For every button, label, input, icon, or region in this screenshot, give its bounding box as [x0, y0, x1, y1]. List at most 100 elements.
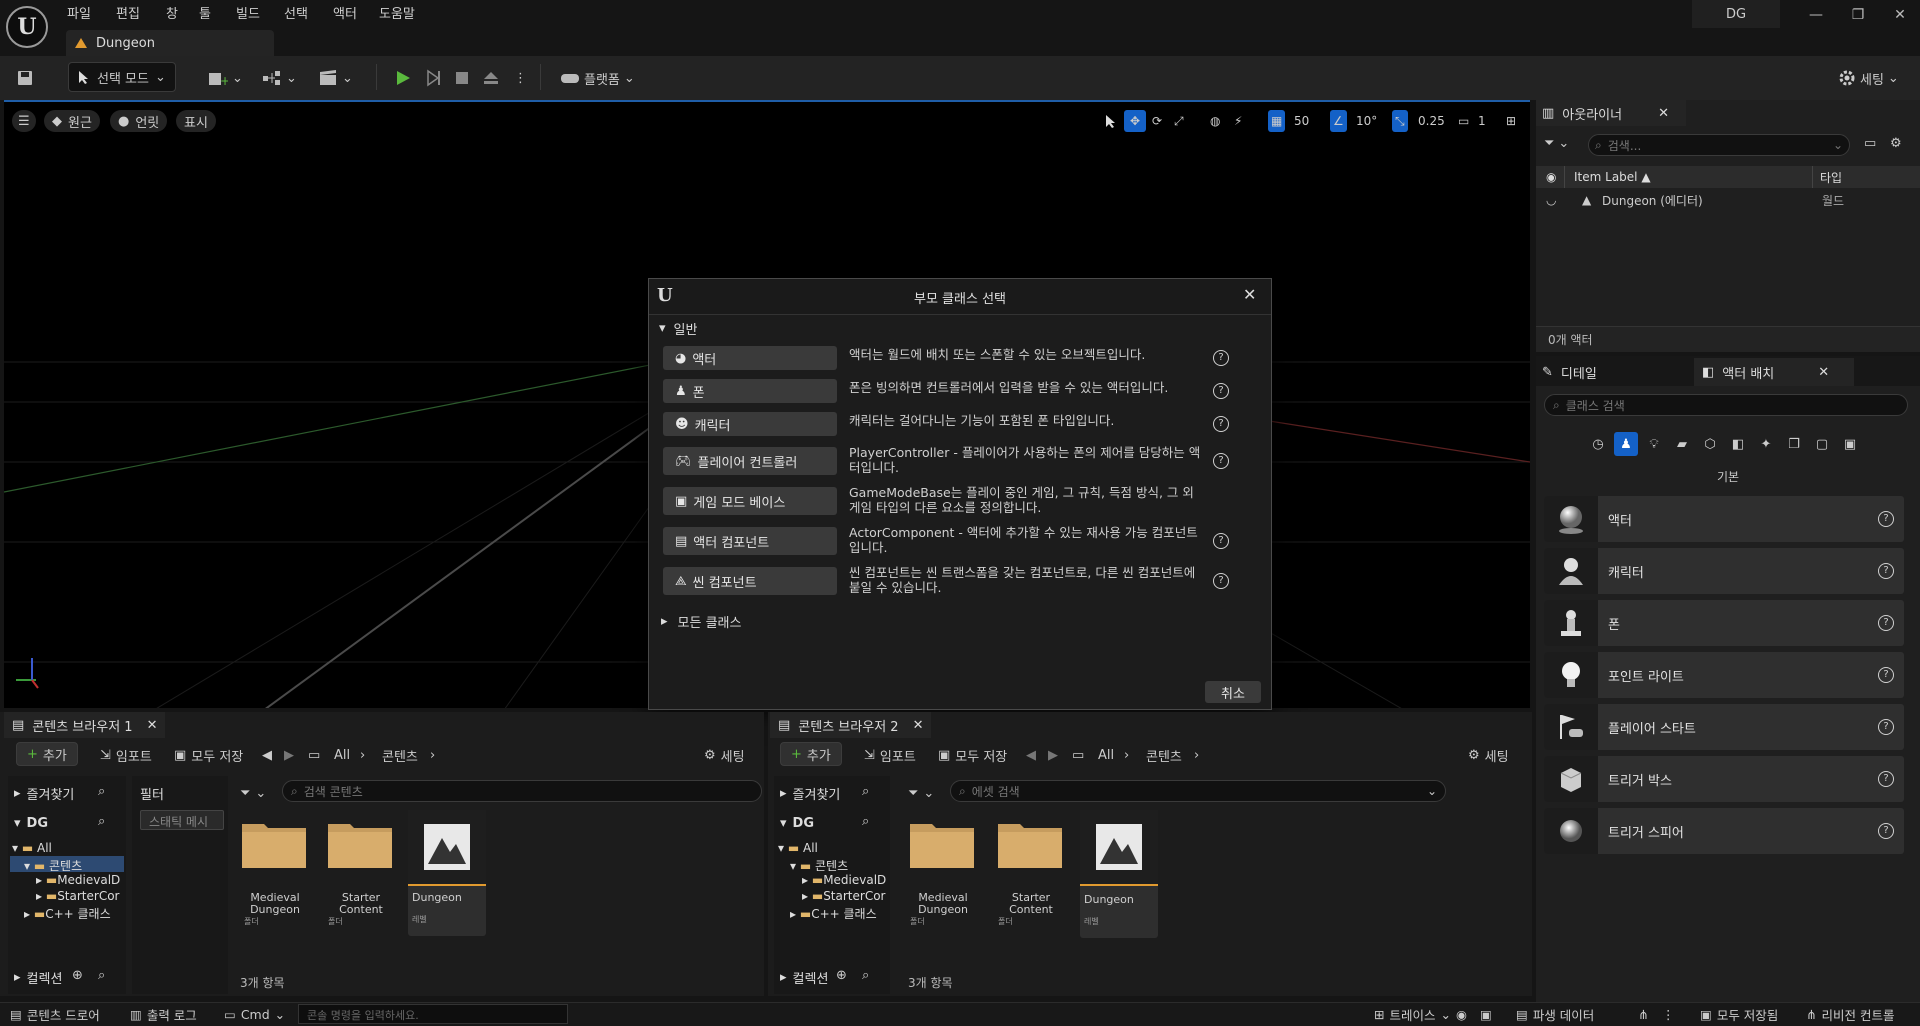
cmd-dropdown[interactable]: ▭ Cmd ⌄ [224, 1004, 285, 1024]
scale-tool-icon[interactable]: ⤢ [1174, 110, 1184, 132]
place-actor-item[interactable]: 포인트 라이트? [1544, 652, 1904, 698]
all-classes-header[interactable]: ▸ 모든 클래스 [661, 612, 741, 631]
rotation-snap-icon[interactable]: ∠ [1330, 110, 1347, 132]
help-icon[interactable]: ? [1213, 573, 1229, 589]
help-icon[interactable]: ? [1878, 511, 1894, 527]
path-all[interactable]: All [334, 740, 350, 770]
gear-icon[interactable]: ⚙ [1890, 136, 1902, 151]
settings-dropdown[interactable]: 세팅 ⌄ [1838, 64, 1899, 92]
save-all-button[interactable]: ▣ 모두 저장 [938, 740, 1007, 770]
class-scene-component-button[interactable]: ⟁ 씬 컴포넌트 [663, 567, 837, 595]
surface-snap-icon[interactable]: ⚡ [1234, 110, 1242, 132]
search-icon[interactable]: ⌕ [98, 784, 105, 799]
close-icon[interactable]: ✕ [913, 718, 924, 733]
folder-icon[interactable] [998, 818, 1062, 868]
type-column-header[interactable]: 타입 [1820, 169, 1842, 186]
menu-help[interactable]: 도움말 [379, 3, 415, 22]
camera-speed-icon[interactable]: ▭ [1458, 110, 1469, 132]
search-icon[interactable]: ⌕ [862, 968, 869, 983]
trace-button[interactable]: ⊞ 트레이스 ⌄ [1374, 1004, 1451, 1024]
cb-settings-button[interactable]: ⚙ 세팅 [1468, 740, 1509, 770]
forward-button[interactable]: ▶ [1048, 740, 1058, 770]
play-options-icon[interactable]: ⋮ [514, 64, 527, 92]
menu-window[interactable]: 창 [166, 3, 178, 22]
help-icon[interactable]: ? [1878, 615, 1894, 631]
favorites-header[interactable]: ▸ 즐겨찾기 [780, 782, 840, 804]
camera-icon[interactable]: ▣ [1480, 1004, 1492, 1024]
help-icon[interactable]: ? [1878, 563, 1894, 579]
show-button[interactable]: 표시 [176, 110, 216, 132]
cinematics-button[interactable]: ⌄ [318, 64, 353, 92]
view-mode-button[interactable]: ● 언릿 [110, 110, 168, 132]
place-actors-tab[interactable]: ◧ 액터 배치 ✕ [1702, 360, 1829, 384]
cancel-button[interactable]: 취소 [1205, 681, 1261, 703]
static-mesh-filter-chip[interactable]: 스태틱 메시 [140, 810, 224, 830]
layout-icon[interactable]: ⊞ [1506, 110, 1516, 132]
add-button[interactable]: + 추가 [780, 742, 842, 766]
menu-tools[interactable]: 툴 [199, 3, 211, 22]
folder-icon[interactable] [910, 818, 974, 868]
search-icon[interactable]: ⌕ [862, 784, 869, 799]
content-browser-2-tab[interactable]: ▤ 콘텐츠 브라우저 2 ✕ [770, 712, 932, 738]
menu-edit[interactable]: 편집 [116, 3, 140, 22]
restore-button[interactable]: ❐ [1836, 0, 1880, 30]
class-character-button[interactable]: ☻ 캐릭터 [663, 412, 837, 436]
details-tab[interactable]: ✎ 디테일 [1542, 360, 1597, 384]
new-folder-icon[interactable]: ▭ [1864, 136, 1876, 151]
add-actor-button[interactable]: + ⌄ [208, 64, 243, 92]
shapes-icon[interactable]: ▢ [1810, 432, 1834, 456]
volumes-icon[interactable]: ✦ [1754, 432, 1778, 456]
close-icon[interactable]: ✕ [147, 718, 158, 733]
scale-snap-icon[interactable]: ⤡ [1392, 110, 1408, 132]
folder-icon[interactable] [328, 818, 392, 868]
help-icon[interactable]: ? [1213, 533, 1229, 549]
path-content[interactable]: 콘텐츠 [382, 740, 418, 770]
minimize-button[interactable]: — [1794, 0, 1838, 30]
class-actor-button[interactable]: ◕ 액터 [663, 346, 837, 370]
path-content[interactable]: 콘텐츠 [1146, 740, 1182, 770]
close-icon[interactable]: ✕ [1658, 106, 1669, 121]
play-button[interactable] [394, 64, 412, 92]
save-all-status-button[interactable]: ▣ 모두 저장됨 [1700, 1004, 1778, 1024]
place-actor-item[interactable]: 플레이어 스타트? [1544, 704, 1904, 750]
add-collection-icon[interactable]: ⊕ [72, 968, 83, 983]
help-icon[interactable]: ? [1878, 771, 1894, 787]
folder-icon[interactable]: ▭ [1072, 740, 1084, 770]
level-asset-tile[interactable]: Dungeon 레벨 [408, 810, 486, 936]
cb-settings-button[interactable]: ⚙ 세팅 [704, 740, 745, 770]
place-actor-item[interactable]: 트리거 스피어? [1544, 808, 1904, 854]
eye-closed-icon[interactable]: ◡ [1546, 193, 1556, 207]
tree-item[interactable]: ▾ ▬ All [12, 841, 52, 855]
folder-icon[interactable] [242, 818, 306, 868]
help-icon[interactable]: ? [1878, 667, 1894, 683]
geometry-icon[interactable]: ◧ [1726, 432, 1750, 456]
select-tool-icon[interactable] [1104, 110, 1118, 132]
derived-data-button[interactable]: ▤ 파생 데이터 [1516, 1004, 1594, 1024]
place-actor-item[interactable]: 트리거 박스? [1544, 756, 1904, 802]
outliner-row[interactable]: ◡ ▲ Dungeon (에디터) 월드 [1536, 190, 1920, 210]
filter-dropdown[interactable]: ⏷ ⌄ [240, 778, 266, 808]
content-drawer-button[interactable]: ▤ 콘텐츠 드로어 [10, 1004, 100, 1024]
save-icon[interactable] [16, 64, 34, 92]
outliner-filter-button[interactable]: ⏷ ⌄ [1544, 136, 1569, 151]
platform-dropdown[interactable]: 플랫폼 ⌄ [560, 64, 635, 92]
world-space-icon[interactable]: ◍ [1210, 110, 1220, 132]
more-icon[interactable]: ⋮ [1662, 1004, 1675, 1024]
collections-header[interactable]: ▸ 컬렉션 [780, 966, 828, 988]
dialog-close-icon[interactable]: ✕ [1243, 285, 1256, 304]
scale-snap-value[interactable]: 0.25 [1418, 110, 1445, 132]
close-icon[interactable]: ✕ [1818, 365, 1829, 380]
asset-search-input[interactable]: ⌕ 에셋 검색 ⌄ [950, 780, 1446, 802]
menu-build[interactable]: 빌드 [236, 3, 260, 22]
import-button[interactable]: ⇲ 임포트 [864, 740, 916, 770]
unreal-logo[interactable]: U [6, 6, 48, 48]
item-label-column-header[interactable]: Item Label ▲ [1574, 170, 1651, 184]
select-mode-dropdown[interactable]: 선택 모드 ⌄ [68, 62, 176, 92]
add-button[interactable]: + 추가 [16, 742, 78, 766]
class-actor-component-button[interactable]: ▤ 액터 컴포넌트 [663, 527, 837, 555]
back-button[interactable]: ◀ [262, 740, 272, 770]
tree-item[interactable]: ▸ ▬StarterCor [802, 889, 885, 903]
menu-actor[interactable]: 액터 [333, 3, 357, 22]
help-icon[interactable]: ? [1213, 350, 1229, 366]
place-actor-item[interactable]: 폰? [1544, 600, 1904, 646]
